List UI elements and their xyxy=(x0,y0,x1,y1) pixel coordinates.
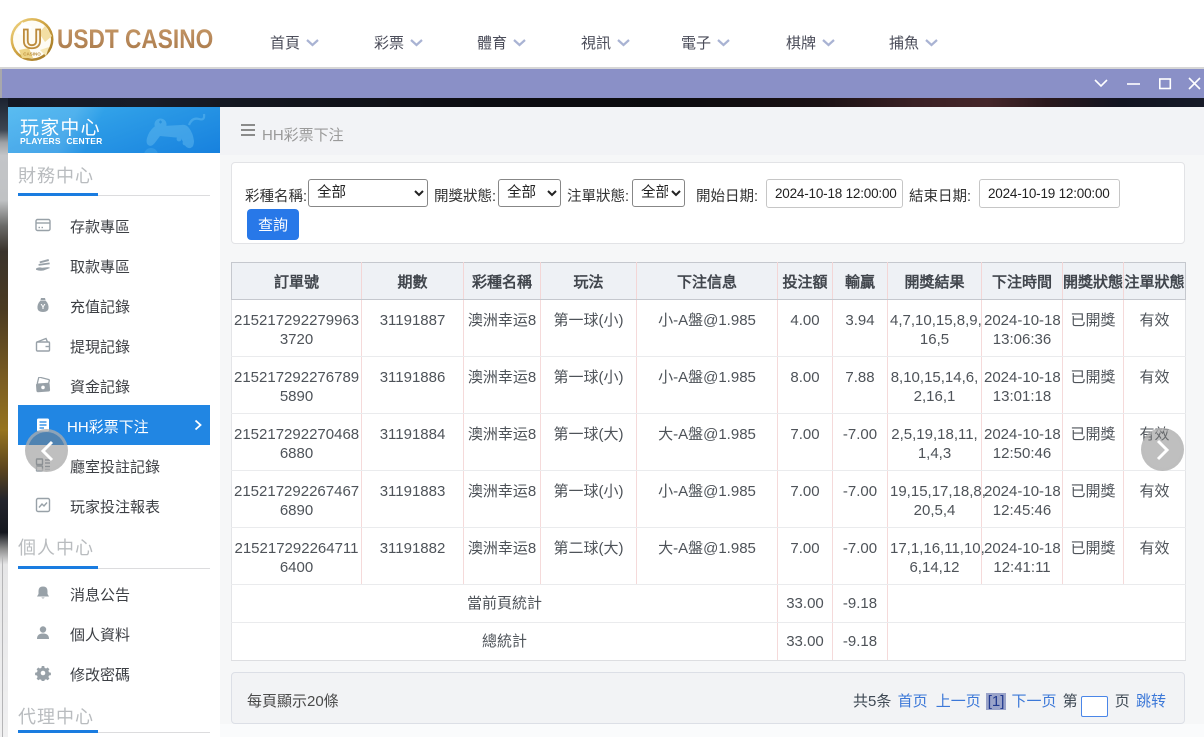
svg-text:Y: Y xyxy=(40,302,45,311)
svg-text:U: U xyxy=(22,24,42,54)
svg-text:CASINO: CASINO xyxy=(23,52,41,57)
